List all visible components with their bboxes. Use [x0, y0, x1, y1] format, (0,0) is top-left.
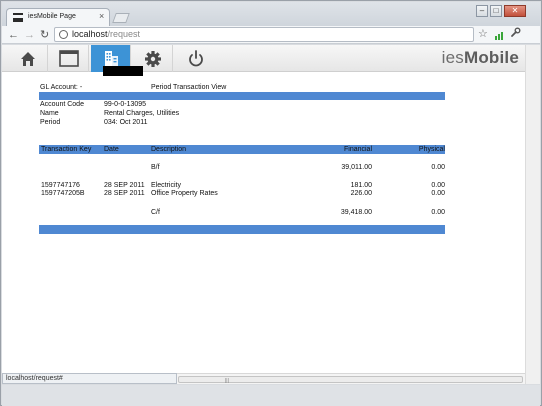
detail-label: Period — [40, 119, 61, 126]
brand-logo: iesMobile — [442, 48, 519, 68]
scrollbar-thumb[interactable]: ||| — [178, 376, 523, 384]
row-description: Electricity — [151, 182, 181, 189]
detail-value: 034: Oct 2011 — [104, 119, 148, 126]
col-date: Date — [104, 146, 119, 153]
browser-window: iesMobile Page × – □ ✕ ← → ↻ localhost/r… — [0, 0, 542, 406]
window-bottom-edge — [2, 385, 540, 406]
vertical-scrollbar[interactable] — [525, 45, 540, 384]
col-physical: Physical — [418, 146, 445, 153]
brand-bold: Mobile — [463, 48, 519, 67]
nav-home[interactable] — [8, 45, 48, 72]
reload-button[interactable]: ↻ — [40, 28, 49, 42]
col-financial: Financial — [343, 146, 372, 153]
browser-toolbar: ← → ↻ localhost/request ☆ — [2, 26, 540, 44]
view-title: Period Transaction View — [151, 84, 227, 91]
row-financial: 181.00 — [350, 182, 372, 189]
row-date: 28 SEP 2011 — [104, 182, 145, 189]
address-bar[interactable]: localhost/request — [54, 27, 474, 42]
close-tab-icon[interactable]: × — [99, 11, 104, 21]
cf-physical: 0.00 — [431, 209, 445, 216]
status-bubble: localhost/request# — [2, 373, 177, 384]
cf-financial: 39,418.00 — [340, 209, 372, 216]
bf-physical: 0.00 — [431, 164, 445, 171]
detail-label: Account Code — [40, 101, 84, 108]
browser-tab[interactable]: iesMobile Page × — [6, 8, 110, 27]
nav-window[interactable] — [49, 45, 89, 72]
row-physical: 0.00 — [431, 182, 445, 189]
bf-financial: 39,011.00 — [341, 164, 372, 171]
row-date: 28 SEP 2011 — [104, 190, 145, 197]
detail-value: 99-0-0-13095 — [104, 101, 147, 108]
row-physical: 0.00 — [431, 190, 445, 197]
detail-value: Rental Charges, Utilities — [104, 110, 180, 117]
tab-title: iesMobile Page — [28, 13, 76, 20]
header-bar — [39, 92, 445, 100]
back-button[interactable]: ← — [8, 28, 19, 42]
app-header: iesMobile — [2, 45, 525, 72]
grip-icon: ||| — [225, 378, 229, 384]
power-icon — [189, 50, 203, 67]
minimize-button[interactable]: – — [476, 5, 488, 17]
bf-label: B/f — [151, 164, 160, 171]
table-header-bar — [39, 145, 445, 154]
row-key: 1597747205B — [41, 190, 85, 197]
url-host: localhost — [72, 29, 108, 39]
page-viewport: iesMobile GL Account: - Period Transacti… — [2, 45, 525, 384]
url-text[interactable]: localhost/request — [72, 29, 140, 39]
cf-label: C/f — [151, 209, 160, 216]
close-window-button[interactable]: ✕ — [504, 5, 526, 17]
page-menu-icon — [13, 13, 23, 22]
row-financial: 226.00 — [350, 190, 372, 197]
row-description: Office Property Rates — [151, 190, 218, 197]
footer-bar — [39, 225, 445, 234]
tab-strip: iesMobile Page × – □ ✕ — [2, 2, 540, 27]
redaction-box — [103, 66, 143, 76]
home-icon — [21, 52, 35, 66]
brand-light: ies — [441, 48, 464, 67]
gl-account-label: GL Account: - — [40, 84, 83, 91]
forward-button[interactable]: → — [24, 28, 35, 42]
bookmark-star-icon[interactable]: ☆ — [478, 27, 488, 40]
row-key: 1597747176 — [41, 182, 80, 189]
col-transaction-key: Transaction Key — [41, 146, 92, 153]
window-icon — [59, 50, 79, 67]
detail-label: Name — [40, 110, 59, 117]
nav-power[interactable] — [176, 45, 216, 72]
maximize-button[interactable]: □ — [490, 5, 502, 17]
page-info-icon[interactable] — [59, 30, 68, 39]
url-path: /request — [107, 29, 141, 39]
wrench-menu-icon[interactable] — [510, 27, 521, 41]
extension-signal-icon[interactable] — [495, 30, 505, 40]
new-tab-button[interactable] — [112, 13, 130, 23]
col-description: Description — [151, 146, 187, 153]
